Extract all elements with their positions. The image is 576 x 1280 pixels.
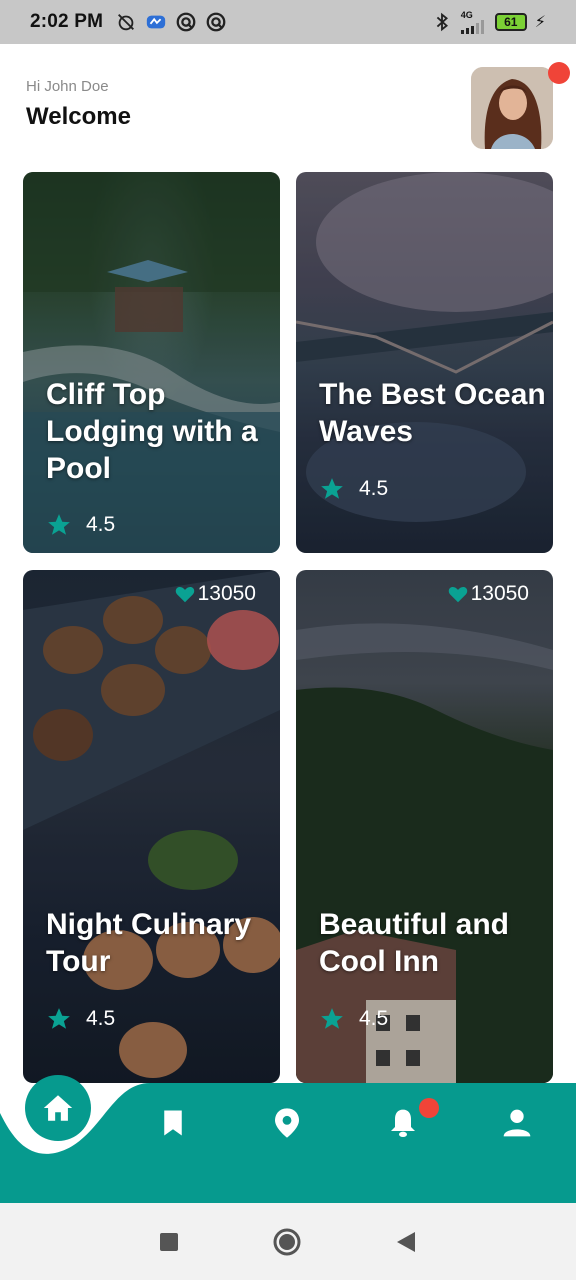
- card-title: Night Culinary Tour: [46, 908, 252, 978]
- heart-icon[interactable]: [174, 583, 196, 605]
- avatar[interactable]: [471, 67, 553, 149]
- rating-value: 4.5: [86, 1007, 116, 1030]
- profile-nav-button[interactable]: [500, 1104, 534, 1142]
- notifications-nav-button[interactable]: [386, 1104, 420, 1142]
- heart-icon[interactable]: [447, 583, 469, 605]
- place-card[interactable]: The Best Ocean Waves 4.5: [296, 172, 553, 553]
- location-nav-button[interactable]: [270, 1104, 304, 1142]
- star-icon: [48, 514, 70, 535]
- place-card[interactable]: 13050 Beautiful and Cool Inn 4.5: [296, 570, 553, 1083]
- card-rating: 4.5: [46, 1006, 115, 1032]
- star-icon: [48, 1008, 70, 1029]
- alarm-off-icon: [118, 14, 135, 31]
- card-title: The Best Ocean Waves: [319, 378, 546, 448]
- home-circle-icon: [273, 1228, 301, 1256]
- location-pin-icon: [275, 1108, 299, 1138]
- notification-badge: [419, 1098, 439, 1118]
- card-title: Cliff Top Lodging with a Pool: [46, 378, 258, 485]
- star-icon: [321, 1008, 343, 1029]
- recents-button[interactable]: [155, 1228, 183, 1256]
- likes-value: 13050: [470, 582, 529, 605]
- card-rating: 4.5: [319, 1006, 388, 1032]
- greeting-header: Hi John Doe Welcome: [26, 78, 131, 131]
- home-system-button[interactable]: [273, 1228, 301, 1256]
- vpn-icon: [206, 12, 226, 32]
- status-system-icons: 4G 61 ⚡: [431, 9, 546, 34]
- back-triangle-icon: [397, 1232, 415, 1252]
- place-card[interactable]: Cliff Top Lodging with a Pool 4.5: [23, 172, 280, 553]
- card-photo: [23, 172, 280, 553]
- rating-value: 4.5: [86, 513, 116, 536]
- profile-photo: [471, 67, 553, 149]
- signal-icon: 4G: [460, 9, 487, 34]
- star-icon: [321, 478, 343, 499]
- page-title: Welcome: [26, 103, 131, 130]
- back-button[interactable]: [392, 1228, 420, 1256]
- app-screen: 2:02 PM 4G 61 ⚡ Hi John Doe Welcome Clif…: [0, 0, 576, 1280]
- recents-square-icon: [160, 1233, 178, 1251]
- bell-icon: [391, 1109, 415, 1137]
- card-rating: 4.5: [319, 476, 388, 502]
- rating-value: 4.5: [359, 1007, 389, 1030]
- greeting-text: Hi John Doe: [26, 78, 109, 95]
- bookmark-icon: [164, 1110, 182, 1136]
- rating-value: 4.5: [359, 477, 389, 500]
- home-icon: [43, 1095, 73, 1121]
- vpn-icon: [176, 12, 196, 32]
- place-card[interactable]: 13050 Night Culinary Tour 4.5: [23, 570, 280, 1083]
- card-title: Beautiful and Cool Inn: [319, 908, 510, 978]
- home-nav-button[interactable]: [25, 1075, 91, 1141]
- bluetooth-icon: [436, 12, 448, 32]
- likes-count: 13050: [447, 582, 529, 606]
- likes-count: 13050: [174, 582, 256, 606]
- network-label: 4G: [460, 9, 473, 20]
- battery-icon: 61: [494, 13, 527, 31]
- status-bar: 2:02 PM 4G 61 ⚡: [0, 0, 576, 44]
- notification-dot: [548, 62, 570, 84]
- likes-value: 13050: [197, 582, 256, 605]
- user-icon: [503, 1109, 531, 1137]
- bookmark-nav-button[interactable]: [156, 1104, 190, 1142]
- status-notification-icons: [115, 11, 227, 33]
- card-rating: 4.5: [46, 512, 115, 538]
- cloud-app-icon: [147, 15, 166, 29]
- status-time: 2:02 PM: [30, 11, 104, 32]
- charging-icon: ⚡: [534, 14, 546, 31]
